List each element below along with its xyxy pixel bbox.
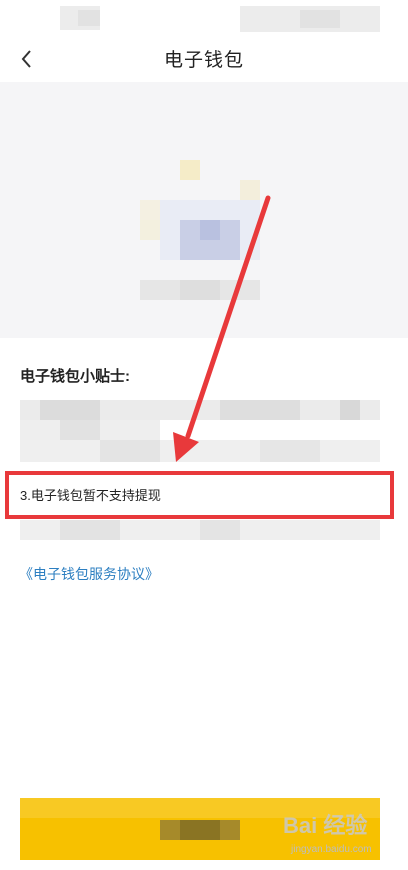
annotation-arrow xyxy=(173,195,271,462)
wallet-page: 电子钱包 电子钱包小贴士: 3.电子钱包暂不支持提现 《电子钱包服务协议》 Ba… xyxy=(0,0,408,870)
watermark: Bai 经验 xyxy=(283,813,368,838)
watermark-url: jingyan.baidu.com xyxy=(291,844,372,855)
